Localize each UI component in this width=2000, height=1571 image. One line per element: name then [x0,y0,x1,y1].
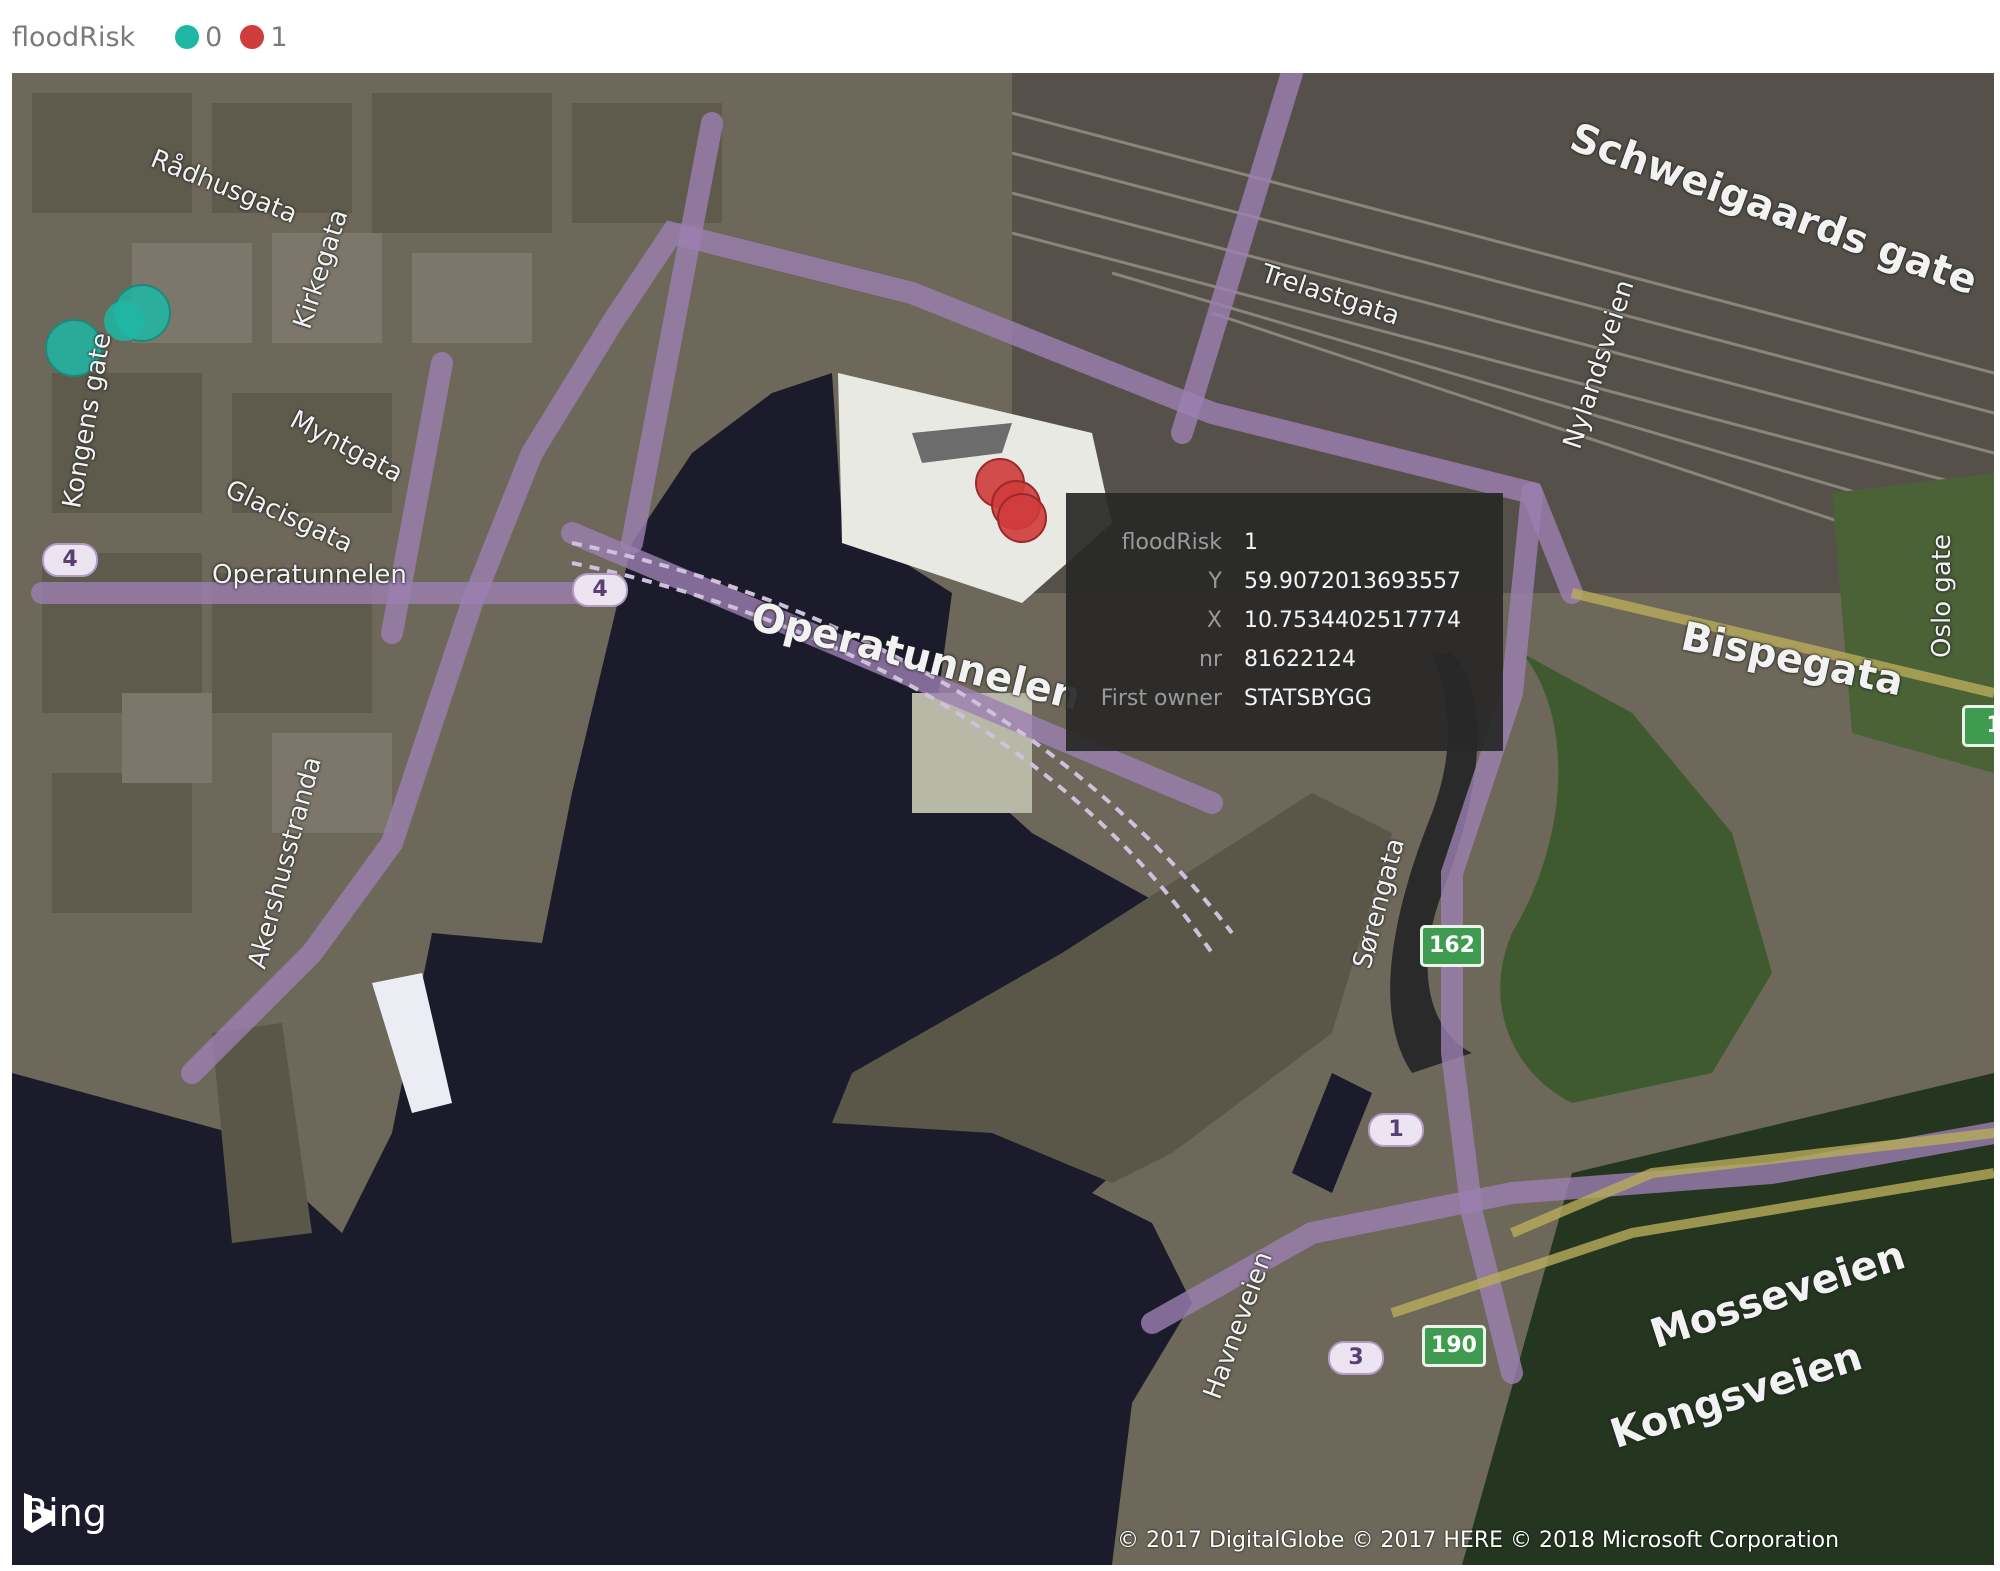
tooltip-row: X 10.7534402517774 [1092,601,1477,640]
road-shield: 4 [42,543,98,577]
tooltip-value: 81622124 [1244,647,1356,672]
tooltip-key: nr [1199,647,1222,672]
road-shield: 162 [1420,925,1484,967]
street-label: Operatunnelen [212,560,407,590]
legend-entry-label: 0 [205,21,223,53]
bing-icon [24,1493,52,1533]
road-shield: 3 [1328,1341,1384,1375]
tooltip-value: 59.9072013693557 [1244,569,1461,594]
legend: floodRisk 0 1 [12,14,288,60]
tooltip-value: STATSBYGG [1244,686,1372,711]
legend-entry-label: 1 [270,21,288,53]
copyright-notice: © 2017 DigitalGlobe © 2017 HERE © 2018 M… [1117,1528,1840,1553]
tooltip-value: 10.7534402517774 [1244,608,1461,633]
legend-title: floodRisk [12,21,136,53]
tooltip-row: Y 59.9072013693557 [1092,562,1477,601]
red-circle-icon [240,25,265,49]
legend-entry-1[interactable]: 1 [240,21,288,53]
teal-circle-icon [175,25,200,49]
road-shield: 190 [1422,1325,1486,1367]
road-shield: 4 [572,573,628,607]
tooltip-key: X [1206,608,1222,633]
road-shield: 1 [1962,705,1994,747]
data-tooltip: floodRisk 1 Y 59.9072013693557 X 10.7534… [1066,493,1503,751]
street-label: Oslo gate [1927,533,1957,658]
tooltip-row: nr 81622124 [1092,640,1477,679]
bing-logo[interactable]: Bing [22,1491,107,1535]
tooltip-row: floodRisk 1 [1092,523,1477,562]
tooltip-key: First owner [1100,686,1222,711]
legend-entry-0[interactable]: 0 [175,22,222,53]
road-shield: 1 [1368,1113,1424,1147]
tooltip-row: First owner STATSBYGG [1092,679,1477,718]
tooltip-key: Y [1208,569,1222,594]
map-canvas[interactable]: Rådhusgata Kirkegata Myntgata Glacisgata… [12,73,1994,1565]
tooltip-key: floodRisk [1121,530,1222,555]
tooltip-value: 1 [1244,530,1258,555]
